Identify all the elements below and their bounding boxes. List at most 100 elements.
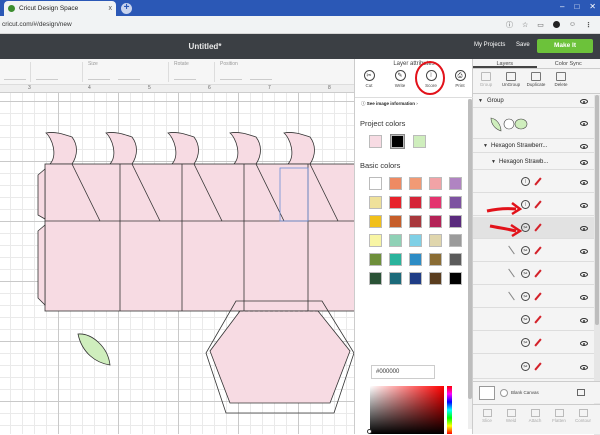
eye-icon[interactable] (580, 341, 588, 346)
browser-tab[interactable]: Cricut Design Space x (4, 1, 116, 16)
eye-icon[interactable] (580, 180, 588, 185)
basic-color-swatch[interactable] (369, 215, 382, 228)
color-picker-area[interactable] (370, 386, 444, 434)
canvas-color-swatch[interactable] (479, 386, 495, 400)
scrollbar-thumb[interactable] (468, 99, 472, 399)
undo-control[interactable] (4, 69, 26, 80)
profile-icon[interactable]: ☺ (569, 21, 576, 28)
scrollbar-thumb[interactable] (595, 95, 599, 325)
see-image-info-link[interactable]: ⓘ See image information › (361, 101, 418, 107)
x-position-input[interactable] (220, 69, 242, 80)
expand-triangle-icon[interactable]: ▼ (483, 143, 488, 149)
contour-button[interactable]: Contour (571, 409, 595, 423)
basic-color-swatch[interactable] (429, 177, 442, 190)
expand-triangle-icon[interactable]: ▼ (491, 159, 496, 165)
blank-canvas-row[interactable]: Blank Canvas (473, 381, 600, 403)
write-attribute-button[interactable]: ✎ Write (390, 70, 410, 94)
sublayer-row[interactable]: ⦚ (473, 171, 594, 193)
duplicate-button[interactable]: Duplicate (524, 72, 548, 87)
project-color-swatch[interactable] (369, 135, 382, 148)
new-tab-button[interactable]: + (121, 3, 132, 14)
sublayer-row[interactable]: ✂ (473, 263, 594, 285)
basic-color-swatch[interactable] (409, 196, 422, 209)
basic-color-swatch[interactable] (449, 177, 462, 190)
eye-icon[interactable] (580, 249, 588, 254)
canvas-visibility-toggle[interactable] (500, 389, 508, 397)
minimize-icon[interactable]: – (560, 2, 564, 11)
eye-icon[interactable] (580, 365, 588, 370)
color-picker-handle[interactable] (367, 429, 372, 434)
basic-color-swatch[interactable] (409, 234, 422, 247)
eye-icon[interactable] (580, 99, 588, 104)
browser-menu-icon[interactable]: ⋮ (585, 21, 592, 29)
basic-color-swatch[interactable] (409, 177, 422, 190)
print-attribute-button[interactable]: ⎙ Print (450, 70, 470, 94)
close-window-icon[interactable]: ✕ (589, 2, 596, 11)
sublayer-row[interactable]: ✂ (473, 355, 594, 379)
width-input[interactable] (88, 69, 110, 80)
layer-row-hexagon-strawb[interactable]: ▼ Hexagon Strawb... (473, 154, 594, 170)
hex-color-input[interactable]: #000000 (371, 365, 435, 379)
delete-button[interactable]: Delete (549, 72, 573, 87)
group-thumbnail-row[interactable] (473, 109, 594, 139)
basic-color-swatch[interactable] (409, 253, 422, 266)
sublayer-row[interactable]: ✂ (473, 240, 594, 262)
basic-color-swatch[interactable] (429, 196, 442, 209)
group-button[interactable]: Group (474, 72, 498, 87)
design-canvas[interactable] (0, 93, 354, 434)
my-projects-link[interactable]: My Projects (474, 42, 505, 48)
eye-icon[interactable] (580, 144, 588, 149)
basic-color-swatch[interactable] (369, 253, 382, 266)
info-icon[interactable]: ⓘ (506, 20, 513, 30)
flatten-button[interactable]: Flatten (547, 409, 571, 423)
eye-icon[interactable] (580, 226, 588, 231)
basic-color-swatch[interactable] (449, 253, 462, 266)
basic-color-swatch[interactable] (429, 253, 442, 266)
star-icon[interactable]: ☆ (522, 21, 528, 29)
basic-color-swatch[interactable] (369, 272, 382, 285)
basic-color-swatch[interactable] (449, 196, 462, 209)
basic-color-swatch[interactable] (409, 272, 422, 285)
tab-layers[interactable]: Layers (473, 59, 537, 68)
basic-color-swatch[interactable] (389, 253, 402, 266)
ungroup-button[interactable]: UnGroup (499, 72, 523, 87)
project-color-swatch[interactable] (413, 135, 426, 148)
eye-icon[interactable] (580, 203, 588, 208)
save-button[interactable]: Save (516, 42, 530, 48)
basic-color-swatch[interactable] (389, 215, 402, 228)
basic-color-swatch[interactable] (449, 215, 462, 228)
y-position-input[interactable] (250, 69, 272, 80)
project-color-swatch[interactable] (391, 135, 404, 148)
sublayer-row[interactable]: ⦚ (473, 194, 594, 216)
basic-color-swatch[interactable] (369, 196, 382, 209)
eye-icon[interactable] (580, 295, 588, 300)
height-input[interactable] (118, 69, 140, 80)
attach-button[interactable]: Attach (523, 409, 547, 423)
basic-color-swatch[interactable] (389, 196, 402, 209)
make-it-button[interactable]: Make It (537, 39, 593, 53)
box-template-drawing[interactable] (0, 93, 354, 434)
sublayer-row[interactable]: ✂ (473, 332, 594, 354)
basic-color-swatch[interactable] (389, 234, 402, 247)
canvas-settings-icon[interactable] (577, 389, 585, 396)
basic-color-swatch[interactable] (369, 234, 382, 247)
slice-button[interactable]: Slice (475, 409, 499, 423)
eye-icon[interactable] (580, 272, 588, 277)
cut-attribute-button[interactable]: ✂ Cut (359, 70, 379, 94)
basic-color-swatch[interactable] (429, 272, 442, 285)
sublayer-row[interactable]: ✂ (473, 309, 594, 331)
basic-color-swatch[interactable] (429, 234, 442, 247)
basic-color-swatch[interactable] (449, 272, 462, 285)
basic-color-swatch[interactable] (429, 215, 442, 228)
weld-button[interactable]: Weld (499, 409, 523, 423)
cast-icon[interactable]: ▭ (537, 21, 544, 29)
hue-slider[interactable] (447, 386, 452, 434)
basic-color-swatch[interactable] (389, 272, 402, 285)
tab-color-sync[interactable]: Color Sync (537, 59, 600, 68)
basic-color-swatch[interactable] (369, 177, 382, 190)
sublayer-row[interactable]: ✂ (473, 286, 594, 308)
basic-color-swatch[interactable] (409, 215, 422, 228)
attributes-scrollbar[interactable] (468, 99, 472, 429)
sublayer-row-selected[interactable]: ✂ (473, 217, 594, 239)
extension-icon[interactable] (553, 21, 560, 28)
